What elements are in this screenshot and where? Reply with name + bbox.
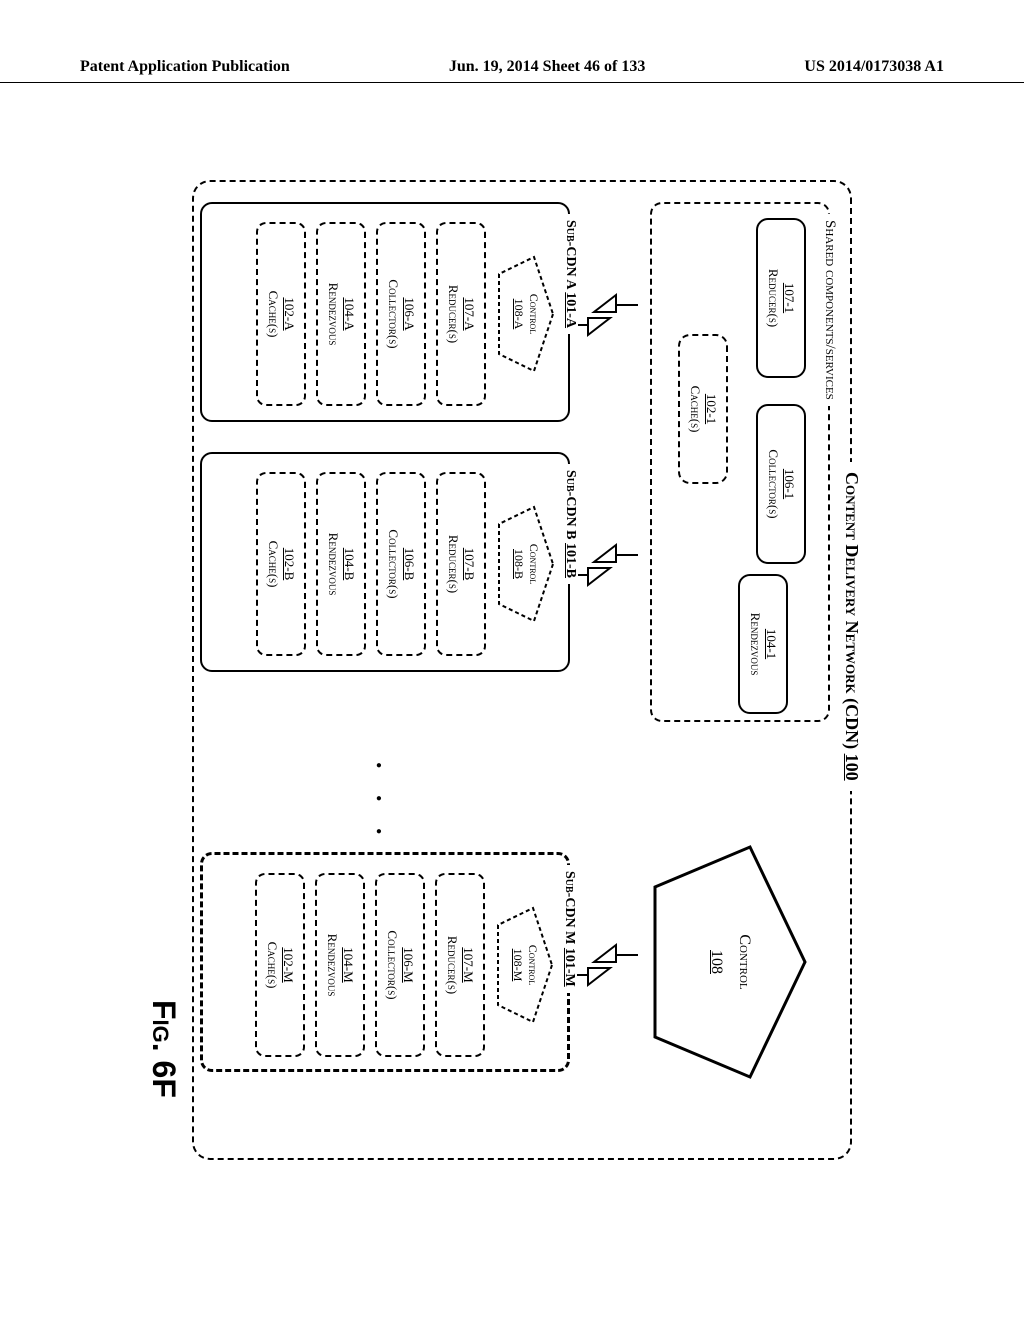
subcdn-m: Sub-CDN M 101-M Control 108-M 107-M Redu… (200, 852, 570, 1072)
subcdn-m-cache: 102-M Cache(s) (255, 873, 305, 1057)
subcdn-a: Sub-CDN A 101-A Control 108-A 107-A Redu… (200, 202, 570, 422)
subcdn-b-num: 101-B (563, 543, 578, 578)
subcdn-a-cache-label: Cache(s) (265, 291, 281, 338)
header-right: US 2014/0173038 A1 (804, 58, 944, 76)
subcdn-a-control-id: 108-A (511, 299, 526, 330)
subcdn-m-reducer-id: 107-M (460, 947, 476, 982)
shared-rendezvous-label: Rendezvous (747, 613, 763, 676)
subcdn-a-title-text: Sub-CDN A (563, 220, 578, 289)
subcdn-b-collector-id: 106-B (401, 548, 417, 581)
page: Patent Application Publication Jun. 19, … (0, 0, 1024, 1320)
subcdn-m-control: Control 108-M (495, 905, 555, 1025)
subcdn-a-cache: 102-A Cache(s) (256, 222, 306, 406)
cdn-title: Content Delivery Network (CDN) 100 (841, 462, 862, 791)
subcdn-b-rendezvous: 104-B Rendezvous (316, 472, 366, 656)
ellipsis: . . . (370, 762, 400, 845)
subcdn-a-collector-id: 106-A (401, 297, 417, 330)
subcdn-b-title: Sub-CDN B 101-B (562, 464, 578, 584)
page-header: Patent Application Publication Jun. 19, … (0, 58, 1024, 83)
subcdn-b-cache: 102-B Cache(s) (256, 472, 306, 656)
figure-label: Fig. 6F (145, 1000, 182, 1098)
shared-reducer-label: Reducer(s) (765, 269, 781, 327)
subcdn-b-control: Control 108-B (496, 504, 556, 624)
subcdn-a-collector-label: Collector(s) (385, 279, 401, 348)
cdn-title-text: Content Delivery Network (CDN) (842, 472, 862, 749)
shared-title: Shared components/services (821, 214, 838, 406)
subcdn-b-collector-label: Collector(s) (385, 529, 401, 598)
subcdn-b-title-text: Sub-CDN B (563, 470, 578, 540)
control-label: Control (735, 934, 753, 989)
shared-cache-label: Cache(s) (687, 386, 703, 433)
subcdn-m-rendezvous-label: Rendezvous (324, 934, 340, 997)
subcdn-m-reducer-label: Reducer(s) (444, 936, 460, 994)
header-center: Jun. 19, 2014 Sheet 46 of 133 (449, 58, 645, 76)
subcdn-a-cache-id: 102-A (281, 297, 297, 330)
subcdn-b-collector: 106-B Collector(s) (376, 472, 426, 656)
subcdn-m-collector: 106-M Collector(s) (375, 873, 425, 1057)
shared-components-box: Shared components/services 107-1 Reducer… (650, 202, 830, 722)
subcdn-m-control-id: 108-M (510, 949, 525, 982)
subcdn-a-reducer-id: 107-A (461, 297, 477, 330)
shared-rendezvous-id: 104-1 (763, 629, 779, 659)
subcdn-m-reducer: 107-M Reducer(s) (435, 873, 485, 1057)
subcdn-b: Sub-CDN B 101-B Control 108-B 107-B Redu… (200, 452, 570, 672)
subcdn-m-rendezvous: 104-M Rendezvous (315, 873, 365, 1057)
subcdn-a-title: Sub-CDN A 101-A (562, 214, 578, 334)
subcdn-b-control-id: 108-B (511, 549, 526, 579)
subcdn-b-rendezvous-label: Rendezvous (325, 533, 341, 596)
shared-reducer: 107-1 Reducer(s) (756, 218, 806, 378)
subcdn-m-title-text: Sub-CDN M (562, 871, 577, 944)
subcdn-m-rendezvous-id: 104-M (340, 947, 356, 982)
subcdn-m-title: Sub-CDN M 101-M (561, 865, 577, 993)
shared-cache-id: 102-1 (703, 394, 719, 424)
subcdn-b-rendezvous-id: 104-B (341, 548, 357, 581)
shared-collector-label: Collector(s) (765, 449, 781, 518)
subcdn-m-cache-label: Cache(s) (264, 942, 280, 989)
shared-rendezvous: 104-1 Rendezvous (738, 574, 788, 714)
subcdn-m-collector-id: 106-M (400, 947, 416, 982)
shared-cache: 102-1 Cache(s) (678, 334, 728, 484)
header-left: Patent Application Publication (80, 58, 290, 76)
shared-collector: 106-1 Collector(s) (756, 404, 806, 564)
subcdn-a-num: 101-A (563, 292, 578, 328)
subcdn-a-rendezvous: 104-A Rendezvous (316, 222, 366, 406)
subcdn-b-reducer-id: 107-B (461, 548, 477, 581)
subcdn-b-reducer: 107-B Reducer(s) (436, 472, 486, 656)
shared-reducer-id: 107-1 (781, 283, 797, 313)
subcdn-a-rendezvous-id: 104-A (341, 297, 357, 330)
subcdn-a-rendezvous-label: Rendezvous (325, 283, 341, 346)
subcdn-a-reducer-label: Reducer(s) (445, 285, 461, 343)
control-id: 108 (707, 950, 725, 974)
subcdn-b-control-label: Control (526, 544, 541, 584)
cdn-container: Content Delivery Network (CDN) 100 Share… (192, 180, 852, 1160)
subcdn-a-reducer: 107-A Reducer(s) (436, 222, 486, 406)
cdn-ref-num: 100 (842, 754, 862, 781)
control-pentagon: Control 108 (650, 842, 810, 1082)
diagram: Content Delivery Network (CDN) 100 Share… (142, 180, 882, 1180)
shared-collector-id: 106-1 (781, 469, 797, 499)
subcdn-m-cache-id: 102-M (280, 947, 296, 982)
subcdn-m-collector-label: Collector(s) (384, 930, 400, 999)
subcdn-m-num: 101-M (562, 948, 577, 987)
subcdn-m-control-label: Control (525, 945, 540, 985)
subcdn-b-cache-label: Cache(s) (265, 541, 281, 588)
subcdn-a-control-label: Control (526, 294, 541, 334)
subcdn-b-cache-id: 102-B (281, 548, 297, 581)
subcdn-a-control: Control 108-A (496, 254, 556, 374)
subcdn-b-reducer-label: Reducer(s) (445, 535, 461, 593)
subcdn-a-collector: 106-A Collector(s) (376, 222, 426, 406)
